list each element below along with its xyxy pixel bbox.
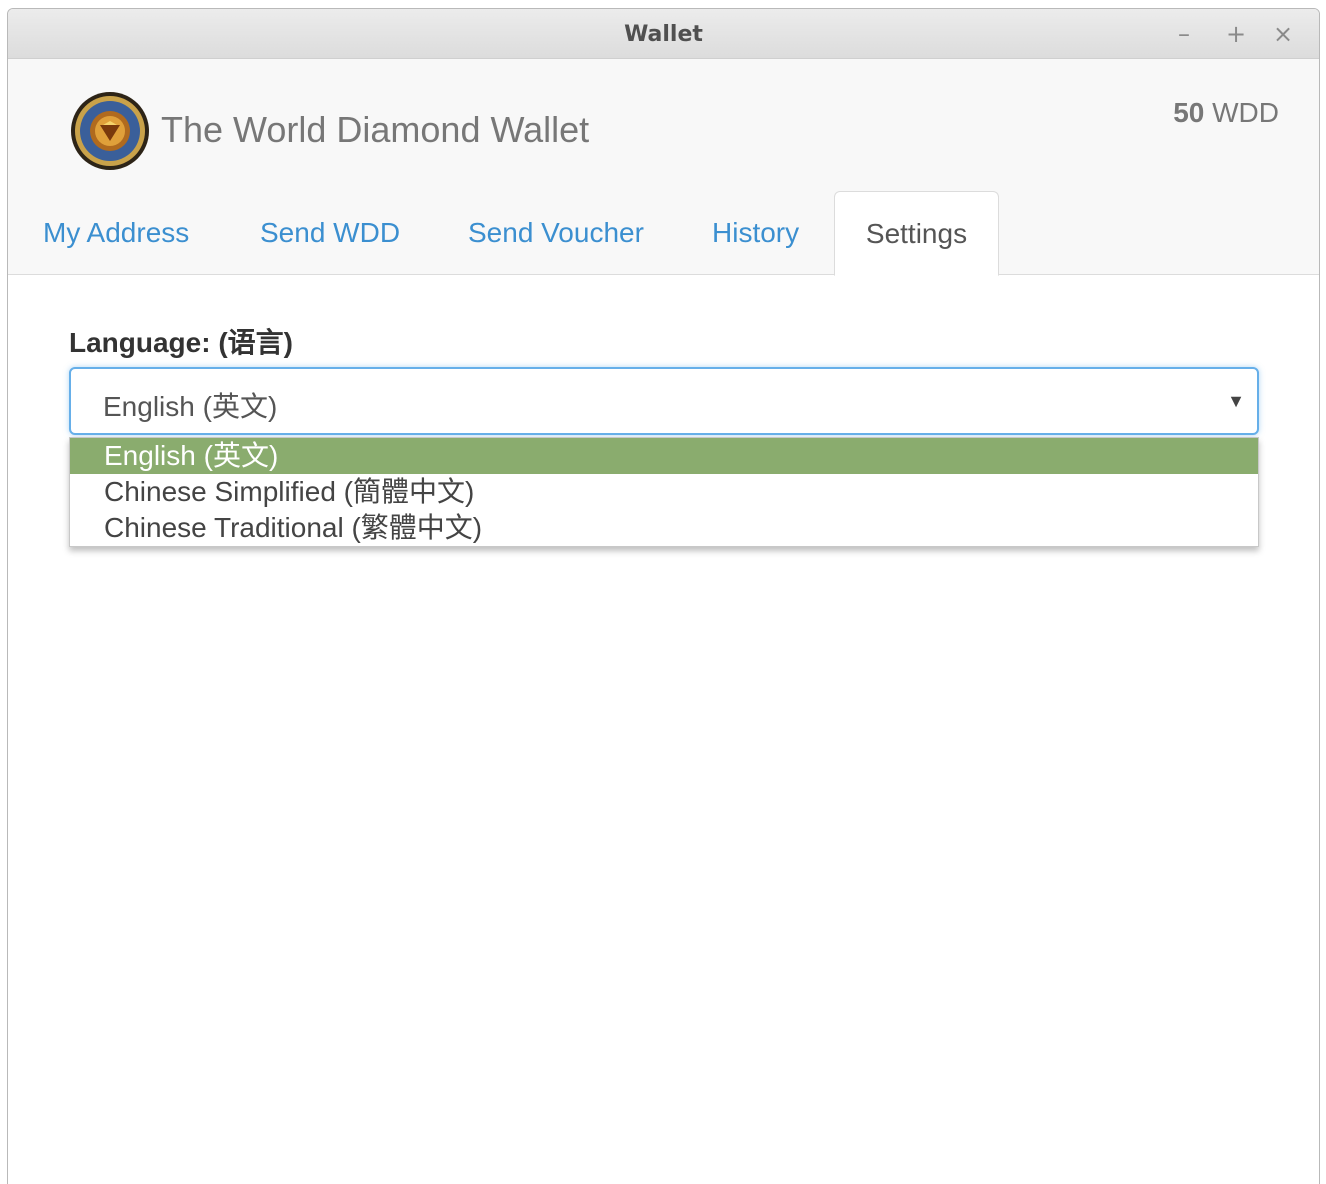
tab-my-address[interactable]: My Address <box>43 191 189 275</box>
language-select-value: English (英文) <box>103 391 278 422</box>
language-label: Language: (语言) <box>69 327 293 358</box>
language-dropdown-list: English (英文) Chinese Simplified (簡體中文) C… <box>69 437 1259 547</box>
brand-title: The World Diamond Wallet <box>161 109 590 150</box>
title-bar[interactable]: Wallet – + × <box>8 9 1319 59</box>
balance-amount: 50 <box>1173 97 1205 128</box>
balance-unit: WDD <box>1212 97 1279 128</box>
tab-send-wdd[interactable]: Send WDD <box>260 191 400 275</box>
window-title: Wallet <box>624 22 703 47</box>
language-option-chinese-traditional[interactable]: Chinese Traditional (繁體中文) <box>70 510 1258 546</box>
app-header: The World Diamond Wallet 50 WDD My Addre… <box>8 59 1319 276</box>
balance-display: 50 WDD <box>1173 97 1279 129</box>
minimize-icon[interactable]: – <box>1178 19 1190 49</box>
tab-send-voucher[interactable]: Send Voucher <box>468 191 644 275</box>
close-icon[interactable]: × <box>1273 19 1293 49</box>
maximize-icon[interactable]: + <box>1226 19 1246 49</box>
app-window: Wallet – + × The World Diamond Wallet 50… <box>7 8 1320 1184</box>
tab-history[interactable]: History <box>712 191 799 275</box>
language-select[interactable]: English (英文) ▼ <box>69 367 1259 435</box>
language-option-english[interactable]: English (英文) <box>70 438 1258 474</box>
language-option-chinese-simplified[interactable]: Chinese Simplified (簡體中文) <box>70 474 1258 510</box>
diamond-logo-icon <box>71 92 149 170</box>
tab-settings[interactable]: Settings <box>834 191 999 276</box>
dropdown-arrow-icon: ▼ <box>1227 391 1245 411</box>
nav-tabs: My Address Send WDD Send Voucher History… <box>8 191 1319 276</box>
